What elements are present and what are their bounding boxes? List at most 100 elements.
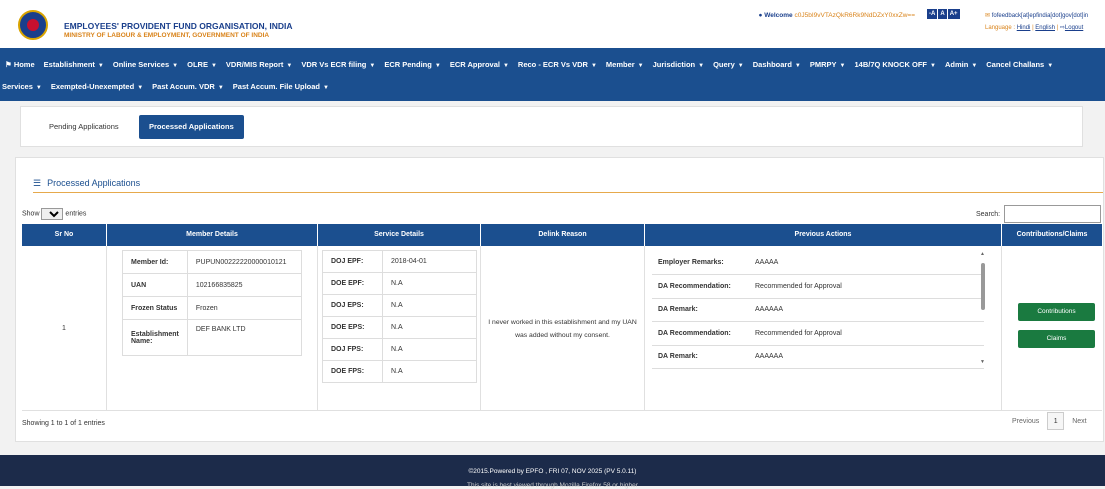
nav-dashboard[interactable]: Dashboard ▼	[753, 60, 801, 69]
doe-eps-label: DOE EPS:	[322, 316, 383, 339]
language-label: Language :	[985, 25, 1016, 31]
caret-down-icon: ▼	[217, 85, 224, 91]
doe-epf-value: N.A	[382, 272, 477, 295]
nav-reco-ecr-vdr[interactable]: Reco - ECR Vs VDR ▼	[518, 60, 597, 69]
entries-label: entries	[65, 210, 87, 218]
main-navbar: ⚑ Home Establishment ▼ Online Services ▼ O…	[0, 48, 1105, 101]
nav-vdr-mis-report[interactable]: VDR/MIS Report ▼	[226, 60, 292, 69]
nav-past-accum-file-upload[interactable]: Past Accum. File Upload ▼	[233, 82, 329, 91]
caret-down-icon: ▼	[930, 63, 936, 69]
claims-button[interactable]: Claims	[1018, 330, 1095, 348]
col-delink-reason[interactable]: Delink Reason	[481, 224, 645, 246]
nav-establishment[interactable]: Establishment ▼	[44, 60, 104, 69]
nav-cancel-challans[interactable]: Cancel Challans ▼	[986, 60, 1053, 69]
search-input[interactable]	[1004, 205, 1101, 223]
nav-home[interactable]: ⚑ Home	[5, 60, 35, 69]
panel-title-text: Processed Applications	[47, 178, 141, 188]
lang-english-link[interactable]: English	[1035, 25, 1055, 31]
doe-epf-label: DOE EPF:	[322, 272, 383, 295]
col-member-details[interactable]: Member Details	[107, 224, 318, 246]
nav-query[interactable]: Query ▼	[713, 60, 744, 69]
caret-down-icon: ▼	[97, 63, 104, 69]
feedback-email[interactable]: ✉ fofeedback[at]epfindia[dot]gov[dot]in	[985, 12, 1088, 19]
action-label: DA Recommendation:	[652, 321, 749, 346]
font-normal-button[interactable]: A	[938, 9, 947, 19]
font-decrease-button[interactable]: -A	[927, 9, 938, 19]
lang-separator-2: |	[1056, 25, 1059, 31]
caret-down-icon: ▼	[172, 63, 179, 69]
nav-pmrpy[interactable]: PMRPY ▼	[810, 60, 846, 69]
caret-down-icon: ▼	[369, 63, 376, 69]
welcome-text: ● Welcome c0J5bI9vVTAzQkR6Rk9NdDZxY0xxZw…	[758, 12, 915, 19]
site-header: EMPLOYEES' PROVIDENT FUND ORGANISATION, …	[0, 0, 1105, 48]
col-previous-actions[interactable]: Previous Actions	[645, 224, 1002, 246]
doe-eps-value: N.A	[382, 316, 477, 339]
ministry-name: MINISTRY OF LABOUR & EMPLOYMENT, GOVERNM…	[64, 32, 270, 39]
nav-services[interactable]: Services ▼	[2, 82, 42, 91]
nav-jurisdiction[interactable]: Jurisdiction ▼	[653, 60, 704, 69]
pagination-previous[interactable]: Previous	[1012, 418, 1039, 425]
menu-icon: ☰	[33, 178, 42, 188]
nav-ecr-pending[interactable]: ECR Pending ▼	[384, 60, 440, 69]
nav-member[interactable]: Member ▼	[606, 60, 644, 69]
caret-down-icon: ▼	[737, 63, 744, 69]
nav-online-services[interactable]: Online Services ▼	[113, 60, 178, 69]
contributions-button[interactable]: Contributions	[1018, 303, 1095, 321]
nav-past-accum-vdr[interactable]: Past Accum. VDR ▼	[152, 82, 224, 91]
scrollbar-thumb[interactable]	[981, 263, 985, 310]
member-id-label: Member Id:	[122, 250, 188, 274]
lang-hindi-link[interactable]: Hindi	[1017, 25, 1031, 31]
doj-epf-value: 2018-04-01	[382, 250, 477, 273]
search-label: Search:	[976, 211, 1001, 218]
caret-down-icon: ▼	[637, 63, 644, 69]
org-name: EMPLOYEES' PROVIDENT FUND ORGANISATION, …	[64, 21, 293, 31]
pagination-page[interactable]: 1	[1047, 412, 1065, 430]
font-size-controls: -A A A+	[927, 9, 960, 19]
welcome-label: Welcome	[764, 12, 793, 19]
action-label: DA Remark:	[652, 298, 749, 322]
nav-vdr-vs-ecr[interactable]: VDR Vs ECR filing ▼	[301, 60, 375, 69]
nav-admin[interactable]: Admin ▼	[945, 60, 977, 69]
previous-actions-scrollbar[interactable]: ▲ ▼	[979, 251, 988, 365]
feedback-email-text: fofeedback[at]epfindia[dot]gov[dot]in	[991, 13, 1089, 19]
doj-epf-label: DOJ EPF:	[322, 250, 383, 273]
caret-down-icon: ▼	[502, 63, 509, 69]
language-bar: Language : Hindi | English | ⇨Logout	[985, 24, 1083, 31]
page-size-select[interactable]: 10	[41, 208, 64, 220]
scroll-down-icon[interactable]: ▼	[980, 359, 985, 365]
logout-link[interactable]: Logout	[1065, 25, 1083, 31]
caret-down-icon: ▼	[590, 63, 597, 69]
member-details-cell: Member Id: PUPUN00222220000010121 UAN 1021…	[107, 246, 318, 411]
tab-processed-applications[interactable]: Processed Applications	[139, 115, 244, 139]
service-details-cell: DOJ EPF: 2018-04-01 DOE EPF: N.A DOJ EPS: N…	[318, 246, 481, 411]
col-sr-no[interactable]: Sr No	[22, 224, 107, 246]
footer-powered-by: ©2015.Powered by EPFO , FRI 07, NOV 2025…	[468, 468, 637, 475]
pagination: Previous 1 Next	[1012, 412, 1087, 430]
col-service-details[interactable]: Service Details	[318, 224, 481, 246]
welcome-token: c0J5bI9vVTAzQkR6Rk9NdDZxY0xxZw==	[794, 12, 915, 19]
tab-pending-applications[interactable]: Pending Applications	[39, 115, 129, 139]
contributions-claims-cell	[1002, 246, 1102, 411]
doe-fps-value: N.A	[382, 360, 477, 383]
home-icon: ⚑	[5, 60, 14, 69]
frozen-status-label: Frozen Status	[122, 296, 188, 320]
action-value: Recommended for Approval	[749, 274, 984, 299]
previous-actions-scroll[interactable]: Employer Remarks: AAAAA DA Recommendation…	[652, 251, 999, 369]
navbar-row-1: ⚑ Home Establishment ▼ Online Services ▼ O…	[5, 60, 1062, 69]
pagination-next[interactable]: Next	[1072, 418, 1086, 425]
col-contributions-claims[interactable]: Contributions/Claims	[1002, 224, 1102, 246]
caret-down-icon: ▼	[286, 63, 293, 69]
action-value: Recommended for Approval	[749, 321, 984, 346]
sr-no-cell: 1	[22, 246, 107, 411]
nav-olre[interactable]: OLRE ▼	[187, 60, 217, 69]
frozen-status-value: Frozen	[186, 296, 303, 320]
nav-14b-7q[interactable]: 14B/7Q KNOCK OFF ▼	[855, 60, 936, 69]
scroll-up-icon[interactable]: ▲	[980, 251, 985, 257]
nav-ecr-approval[interactable]: ECR Approval ▼	[450, 60, 509, 69]
mail-icon: ✉	[985, 13, 991, 19]
epfo-logo-icon	[18, 10, 48, 40]
nav-exempted-unexempted[interactable]: Exempted-Unexempted ▼	[51, 82, 143, 91]
font-increase-button[interactable]: A+	[947, 9, 960, 19]
service-details-table: DOJ EPF: 2018-04-01 DOE EPF: N.A DOJ EPS: N…	[322, 250, 477, 383]
panel-title: ☰ Processed Applications	[33, 178, 140, 189]
